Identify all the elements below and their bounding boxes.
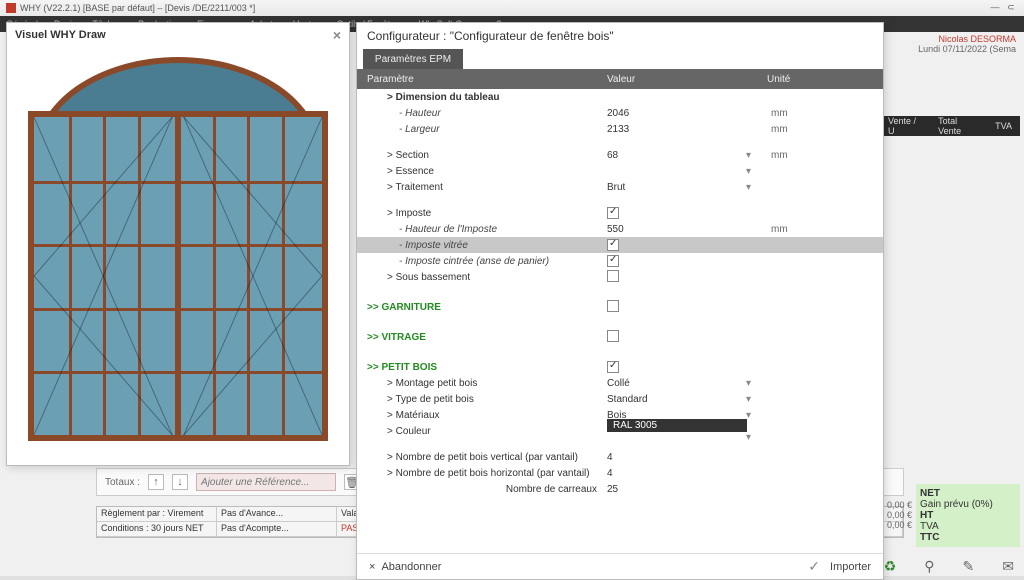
param-imposte-cintree[interactable]: - Imposte cintrée (anse de panier): [367, 256, 549, 267]
param-body[interactable]: > Dimension du tableau - Hauteur2046mm -…: [357, 89, 883, 553]
checkbox-imposte-vitree[interactable]: [607, 239, 619, 251]
param-header-row: Paramètre Valeur Unité: [357, 69, 883, 89]
param-essence[interactable]: > Essence: [367, 166, 434, 177]
param-nb-pb-horiz[interactable]: > Nombre de petit bois horizontal (par v…: [367, 468, 590, 479]
cell-conditions[interactable]: Conditions : 30 jours NET: [97, 522, 217, 537]
param-hauteur[interactable]: - Hauteur: [367, 108, 441, 119]
cat-petit-bois[interactable]: >> PETIT BOIS: [367, 362, 437, 373]
param-section[interactable]: > Section: [367, 150, 429, 161]
recycle-icon[interactable]: ♻: [884, 558, 897, 575]
value-section[interactable]: 68: [607, 150, 618, 161]
arrow-down-icon[interactable]: ↓: [172, 474, 188, 490]
value-hauteur[interactable]: 2046: [607, 108, 629, 119]
chevron-down-icon[interactable]: ▾: [746, 394, 751, 405]
param-nb-carreaux: Nombre de carreaux: [506, 484, 597, 495]
param-hauteur-imposte[interactable]: - Hauteur de l'Imposte: [367, 224, 497, 235]
close-icon[interactable]: ×: [369, 561, 375, 573]
summary-ht: HT: [920, 510, 933, 521]
param-largeur[interactable]: - Largeur: [367, 124, 440, 135]
value-montage-pb[interactable]: Collé: [607, 378, 630, 389]
checkbox-sous-bassement[interactable]: [607, 270, 619, 282]
bookmark-icon[interactable]: ⚲: [924, 558, 934, 575]
config-footer: × Abandonner ✓ Importer: [357, 553, 883, 579]
checkbox-imposte-cintree[interactable]: [607, 255, 619, 267]
user-name: Nicolas DESORMA: [918, 34, 1016, 44]
value-nb-carreaux: 25: [607, 484, 618, 495]
config-title: Configurateur : "Configurateur de fenêtr…: [357, 23, 883, 49]
check-icon[interactable]: ✓: [808, 558, 820, 575]
totaux-label: Totaux :: [105, 477, 140, 488]
param-nb-pb-vert[interactable]: > Nombre de petit bois vertical (par van…: [367, 452, 578, 463]
checkbox-vitrage[interactable]: [607, 330, 619, 342]
summary-box: NET Gain prévu (0%) HT TVA TTC: [916, 484, 1020, 547]
tab-parametres[interactable]: Paramètres EPM: [363, 49, 463, 69]
amounts-col: 0,00 €0,00 €0,00 €: [887, 500, 912, 530]
param-couleur[interactable]: > Couleur: [367, 426, 431, 437]
param-imposte[interactable]: > Imposte: [367, 208, 431, 219]
chevron-down-icon[interactable]: ▾: [746, 182, 751, 193]
param-dimension[interactable]: > Dimension du tableau: [367, 92, 500, 103]
chevron-down-icon[interactable]: ▾: [746, 378, 751, 389]
background-columns: Vente / UTotal VenteTVA: [880, 116, 1020, 136]
window-drawing: [18, 51, 338, 451]
param-imposte-vitree[interactable]: - Imposte vitrée: [367, 240, 468, 251]
param-traitement[interactable]: > Traitement: [367, 182, 443, 193]
chevron-down-icon[interactable]: ▾: [746, 150, 751, 161]
value-nb-pb-horiz[interactable]: 4: [607, 468, 613, 479]
chevron-down-icon[interactable]: ▾: [746, 432, 751, 443]
mail-icon[interactable]: ✉: [1002, 558, 1014, 575]
app-icon: [6, 3, 16, 13]
cell-avance[interactable]: Pas d'Avance...: [217, 507, 337, 522]
checkbox-petit-bois[interactable]: [607, 361, 619, 373]
close-button[interactable]: ⊂: [1004, 2, 1018, 14]
param-materiaux[interactable]: > Matériaux: [367, 410, 440, 421]
param-type-pb[interactable]: > Type de petit bois: [367, 394, 474, 405]
value-hauteur-imposte[interactable]: 550: [607, 224, 624, 235]
import-button[interactable]: Importer: [830, 561, 871, 573]
value-type-pb[interactable]: Standard: [607, 394, 648, 405]
pencil-icon[interactable]: ✎: [963, 558, 975, 575]
current-date: Lundi 07/11/2022 (Sema: [918, 44, 1016, 54]
checkbox-garniture[interactable]: [607, 300, 619, 312]
chevron-down-icon[interactable]: ▾: [746, 166, 751, 177]
param-montage-pb[interactable]: > Montage petit bois: [367, 378, 477, 389]
user-info: Nicolas DESORMA Lundi 07/11/2022 (Sema: [914, 32, 1020, 56]
cat-garniture[interactable]: >> GARNITURE: [367, 302, 441, 313]
close-icon[interactable]: ×: [333, 27, 341, 43]
reference-input[interactable]: [196, 473, 336, 491]
main-area: Nicolas DESORMA Lundi 07/11/2022 (Sema V…: [0, 32, 1024, 576]
cell-reglement[interactable]: Règlement par : Virement: [97, 507, 217, 522]
summary-ttc: TTC: [920, 532, 939, 543]
summary-gain: Gain prévu (0%): [920, 499, 993, 510]
minimize-button[interactable]: —: [988, 2, 1002, 14]
arrow-up-icon[interactable]: ↑: [148, 474, 164, 490]
visuel-title: Visuel WHY Draw: [15, 29, 106, 41]
title-bar: WHY (V22.2.1) [BASE par défaut] – [Devis…: [0, 0, 1024, 16]
param-sous-bassement[interactable]: > Sous bassement: [367, 272, 470, 283]
value-largeur[interactable]: 2133: [607, 124, 629, 135]
cat-vitrage[interactable]: >> VITRAGE: [367, 332, 426, 343]
abandon-button[interactable]: Abandonner: [381, 561, 441, 573]
value-couleur[interactable]: RAL 3005: [607, 419, 747, 432]
cell-acompte[interactable]: Pas d'Acompte...: [217, 522, 337, 537]
app-title: WHY (V22.2.1) [BASE par défaut] – [Devis…: [20, 3, 255, 13]
value-nb-pb-vert[interactable]: 4: [607, 452, 613, 463]
checkbox-imposte[interactable]: [607, 207, 619, 219]
visuel-panel: Visuel WHY Draw ×: [6, 22, 350, 466]
value-traitement[interactable]: Brut: [607, 182, 625, 193]
config-panel: Configurateur : "Configurateur de fenêtr…: [356, 22, 884, 580]
summary-net: NET: [920, 488, 940, 499]
summary-tva: TVA: [920, 521, 939, 532]
